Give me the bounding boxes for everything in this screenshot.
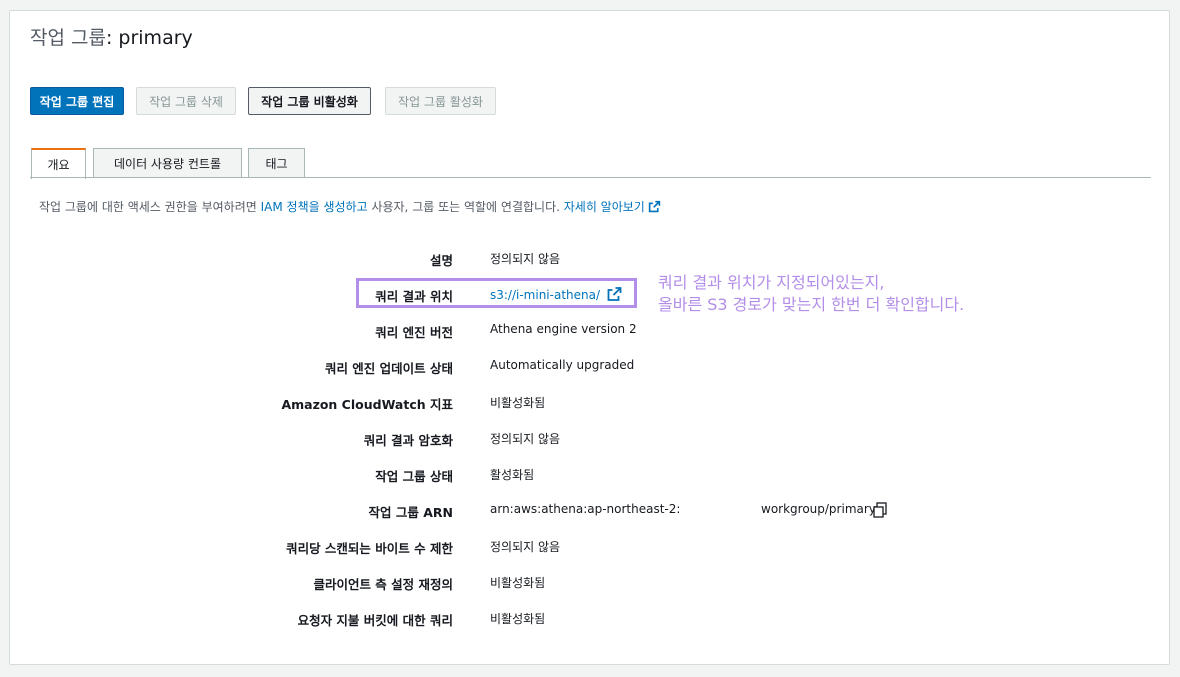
detail-row-engine-version: 쿼리 엔진 버전 Athena engine version 2: [10, 322, 1150, 340]
page-title-prefix: 작업 그룹: [30, 27, 106, 49]
detail-row-override-client-settings: 클라이언트 측 설정 재정의 비활성화됨: [10, 574, 1150, 592]
detail-row-description: 설명 정의되지 않음: [10, 250, 1150, 268]
delete-workgroup-button[interactable]: 작업 그룹 삭제: [136, 87, 236, 115]
tab-divider: [30, 177, 1151, 178]
page-title: 작업 그룹: primary: [30, 23, 193, 50]
detail-value: 정의되지 않음: [490, 540, 561, 554]
detail-label: 쿼리당 스캔되는 바이트 수 제한: [286, 541, 453, 556]
detail-label: 클라이언트 측 설정 재정의: [313, 577, 453, 592]
learn-more-label: 자세히 알아보기: [563, 200, 645, 214]
detail-row-result-encryption: 쿼리 결과 암호화 정의되지 않음: [10, 430, 1150, 448]
detail-row-requester-pays: 요청자 지불 버킷에 대한 쿼리 비활성화됨: [10, 610, 1150, 628]
detail-row-workgroup-arn: 작업 그룹 ARN arn:aws:athena:ap-northeast-2:…: [10, 502, 1150, 520]
disable-workgroup-button[interactable]: 작업 그룹 비활성화: [248, 87, 371, 115]
detail-label: 요청자 지불 버킷에 대한 쿼리: [297, 613, 453, 628]
arn-value-end: workgroup/primary: [761, 502, 876, 516]
detail-row-engine-update-status: 쿼리 엔진 업데이트 상태 Automatically upgraded: [10, 358, 1150, 376]
tab-overview[interactable]: 개요: [31, 148, 86, 179]
annotation-line-2: 올바른 S3 경로가 맞는지 한번 더 확인합니다.: [658, 295, 965, 314]
tab-tags[interactable]: 태그: [248, 148, 305, 178]
detail-value: 활성화됨: [490, 468, 535, 482]
detail-label: 쿼리 엔진 업데이트 상태: [324, 361, 453, 376]
learn-more-link[interactable]: 자세히 알아보기: [564, 200, 661, 214]
info-text-after: 사용자, 그룹 또는 역할에 연결합니다.: [367, 200, 564, 214]
annotation-line-1: 쿼리 결과 위치가 지정되어있는지,: [658, 273, 885, 292]
edit-workgroup-button[interactable]: 작업 그룹 편집: [30, 87, 124, 115]
detail-value: 정의되지 않음: [490, 432, 561, 446]
detail-label: Amazon CloudWatch 지표: [281, 397, 453, 412]
detail-row-workgroup-state: 작업 그룹 상태 활성화됨: [10, 466, 1150, 484]
detail-label: 설명: [429, 253, 453, 268]
detail-value: 비활성화됨: [490, 576, 546, 590]
detail-value: Automatically upgraded: [490, 358, 635, 372]
detail-row-bytes-scanned-limit: 쿼리당 스캔되는 바이트 수 제한 정의되지 않음: [10, 538, 1150, 556]
create-iam-policy-link[interactable]: IAM 정책을 생성하고: [261, 200, 368, 214]
arn-value-start: arn:aws:athena:ap-northeast-2:: [490, 502, 681, 516]
page-title-name: : primary: [105, 27, 193, 49]
detail-value: 비활성화됨: [490, 612, 546, 626]
copy-icon[interactable]: [872, 501, 890, 523]
annotation-note: 쿼리 결과 위치가 지정되어있는지, 올바른 S3 경로가 맞는지 한번 더 확…: [658, 272, 964, 316]
detail-label: 쿼리 결과 암호화: [363, 433, 453, 448]
detail-value: 비활성화됨: [490, 396, 546, 410]
enable-workgroup-button[interactable]: 작업 그룹 활성화: [385, 87, 496, 115]
annotation-highlight-box: [356, 278, 637, 308]
detail-row-cloudwatch-metrics: Amazon CloudWatch 지표 비활성화됨: [10, 394, 1150, 412]
external-link-icon: [648, 200, 661, 216]
detail-label: 작업 그룹 ARN: [368, 505, 453, 520]
info-message: 작업 그룹에 대한 액세스 권한을 부여하려면 IAM 정책을 생성하고 사용자…: [39, 198, 661, 216]
detail-value: 정의되지 않음: [490, 252, 561, 266]
tab-data-usage-controls[interactable]: 데이터 사용량 컨트롤: [93, 148, 242, 178]
workgroup-panel: 작업 그룹: primary 작업 그룹 편집 작업 그룹 삭제 작업 그룹 비…: [9, 10, 1170, 665]
info-text-before: 작업 그룹에 대한 액세스 권한을 부여하려면: [39, 200, 261, 214]
detail-value: Athena engine version 2: [490, 322, 637, 336]
detail-label: 쿼리 엔진 버전: [375, 325, 453, 340]
detail-label: 작업 그룹 상태: [375, 469, 453, 484]
